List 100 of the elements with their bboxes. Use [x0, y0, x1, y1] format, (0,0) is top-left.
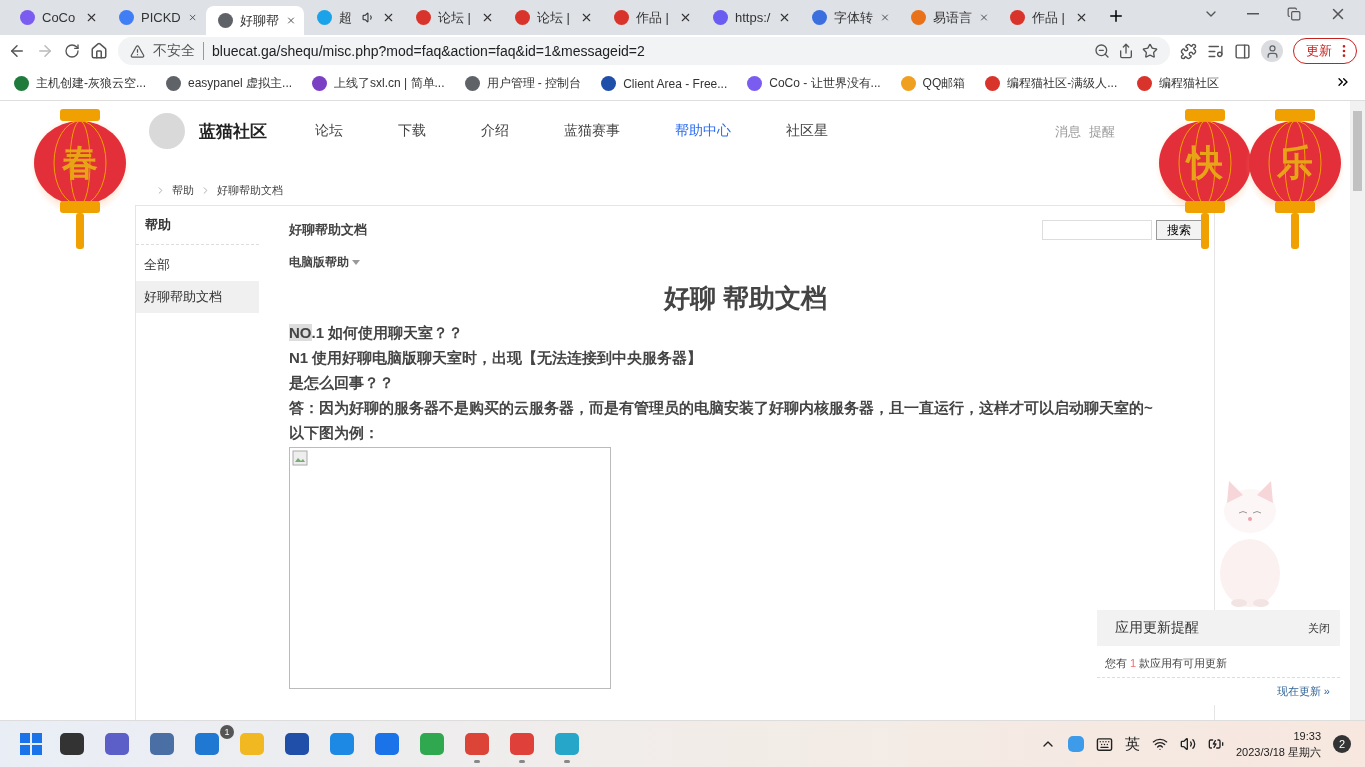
profile-avatar[interactable]: [1261, 40, 1283, 62]
search-field[interactable]: [1042, 220, 1152, 240]
tab-title: PICKD: [141, 10, 181, 25]
browser-tab[interactable]: https:/: [701, 3, 799, 32]
browser-tab[interactable]: 超: [305, 3, 403, 32]
share-icon: [1118, 43, 1134, 59]
breadcrumb-link[interactable]: 帮助: [172, 182, 194, 198]
caret-icon: [352, 260, 360, 265]
nav-link[interactable]: 蓝猫赛事: [564, 122, 620, 140]
tab-title: 超: [339, 8, 353, 27]
security-label: 不安全: [153, 42, 204, 60]
reload-icon: [64, 43, 80, 59]
url-text: bluecat.ga/shequ/misc.php?mod=faq&action=faq&id=1&messageid=2: [212, 43, 646, 59]
close-icon: [679, 11, 692, 24]
nav-link[interactable]: 社区星: [786, 122, 828, 140]
star-icon: [1142, 43, 1158, 59]
browser-tab[interactable]: 易语言: [899, 3, 997, 32]
tab-title: 论坛 |: [438, 8, 472, 27]
bookmark[interactable]: QQ邮箱: [922, 75, 966, 92]
keyboard-icon: [1096, 735, 1113, 753]
logo-icon: [149, 113, 185, 149]
category-dropdown[interactable]: 电脑版帮助: [289, 254, 360, 271]
bookmark[interactable]: Client Area - Free...: [623, 76, 728, 91]
site-logo[interactable]: 蓝猫社区: [199, 119, 267, 143]
app-icon[interactable]: [105, 733, 129, 755]
app-icon[interactable]: [60, 733, 84, 755]
browser-tab[interactable]: 论坛 |: [404, 3, 502, 32]
lantern-character: 快: [1184, 141, 1224, 185]
volume-icon: [1180, 736, 1196, 752]
close-icon: [880, 11, 890, 24]
article-paragraph: 是怎么回事？？: [289, 373, 395, 393]
close-icon: [580, 11, 593, 24]
tab-title: 作品 |: [636, 8, 670, 27]
browser-tab[interactable]: 作品 |: [998, 3, 1096, 32]
browser-tab[interactable]: 作品 |: [602, 3, 700, 32]
nav-link[interactable]: 介绍: [481, 122, 509, 140]
article-paragraph: NO.1 如何使用聊天室？？: [289, 323, 465, 343]
browser-tab[interactable]: PICKD: [107, 3, 205, 32]
nav-link[interactable]: 帮助中心: [675, 122, 731, 140]
article-paragraph: 答：因为好聊的服务器不是购买的云服务器，而是有管理员的电脑安装了好聊内核服务器，且一直运行，这样才可以启动聊天室的~: [289, 398, 1154, 418]
warning-icon: [130, 43, 145, 59]
tab-title: 好聊帮: [240, 11, 279, 30]
puzzle-icon: [1180, 42, 1197, 60]
bookmark[interactable]: 编程猫社区: [1159, 75, 1220, 92]
forward-icon: [36, 42, 54, 60]
close-link[interactable]: 关闭: [1308, 620, 1330, 636]
clock-date: 2023/3/18 星期六: [1236, 745, 1321, 760]
article-paragraph: 以下图为例：: [289, 423, 380, 443]
article-paragraph: N1 使用好聊电脑版聊天室时，出现【无法连接到中央服务器】: [289, 348, 704, 368]
sidebar-item[interactable]: 好聊帮助文档: [136, 281, 259, 313]
notification-badge: 1: [220, 725, 234, 739]
section-heading: 好聊帮助文档: [289, 221, 367, 239]
running-indicator: [474, 760, 480, 763]
bookmark[interactable]: 编程猫社区-满级人...: [1007, 75, 1118, 92]
bookmark[interactable]: 用户管理 - 控制台: [486, 75, 582, 92]
close-icon: [85, 11, 98, 24]
lantern-character: 春: [61, 141, 99, 185]
nav-link[interactable]: 下载: [398, 122, 426, 140]
breadcrumb-link[interactable]: 好聊帮助文档: [217, 182, 283, 198]
start-icon[interactable]: [20, 733, 42, 755]
update-button[interactable]: 更新: [1293, 38, 1357, 64]
notice-title: 应用更新提醒: [1115, 619, 1199, 637]
close-icon: [286, 14, 296, 27]
update-now-link[interactable]: 现在更新 »: [1097, 678, 1340, 705]
tab-title: 字体转: [834, 8, 873, 27]
tab-title: 易语言: [933, 8, 972, 27]
clock-time: 19:33: [1293, 729, 1321, 744]
article-title: 好聊 帮助文档: [662, 282, 829, 315]
back-icon: [8, 42, 26, 60]
sidebar-title: 帮助: [136, 206, 259, 245]
browser-tab[interactable]: CoCo: [8, 3, 106, 32]
close-icon: [979, 11, 989, 24]
running-indicator: [564, 760, 570, 763]
tab-title: CoCo: [42, 10, 77, 25]
browser-tab[interactable]: 字体转: [800, 3, 898, 32]
battery-icon: [1208, 736, 1224, 752]
close-icon: [1075, 11, 1088, 24]
search-button[interactable]: 搜索: [1156, 220, 1202, 240]
bookmark[interactable]: 上线了sxl.cn | 简单...: [334, 75, 445, 92]
notification-count[interactable]: 2: [1333, 735, 1351, 753]
close-icon: [778, 11, 791, 24]
restore-icon: [1287, 6, 1301, 21]
browser-tab[interactable]: 好聊帮: [206, 6, 304, 35]
side-panel-icon: [1234, 42, 1251, 60]
tab-title: 论坛 |: [537, 8, 571, 27]
minimize-icon[interactable]: [1247, 12, 1259, 15]
bookmark[interactable]: easypanel 虚拟主...: [188, 75, 293, 92]
tab-title: https:/: [735, 10, 771, 25]
nav-link[interactable]: 论坛: [315, 122, 343, 140]
lantern-character: 乐: [1276, 141, 1314, 185]
browser-tab[interactable]: 论坛 |: [503, 3, 601, 32]
app-icon[interactable]: [285, 733, 309, 755]
address-bar[interactable]: 不安全 bluecat.ga/shequ/misc.php?mod=faq&action=faq&id=1&messageid=2: [118, 37, 1170, 65]
scrollbar[interactable]: [1350, 101, 1365, 720]
close-icon: [382, 11, 395, 24]
bookmark[interactable]: 主机创建-灰狼云空...: [36, 75, 146, 92]
sidebar-item[interactable]: 全部: [136, 249, 259, 281]
bookmark[interactable]: CoCo - 让世界没有...: [769, 75, 881, 92]
input-method[interactable]: 英: [1125, 734, 1140, 754]
new-tab-icon: [1107, 7, 1125, 25]
